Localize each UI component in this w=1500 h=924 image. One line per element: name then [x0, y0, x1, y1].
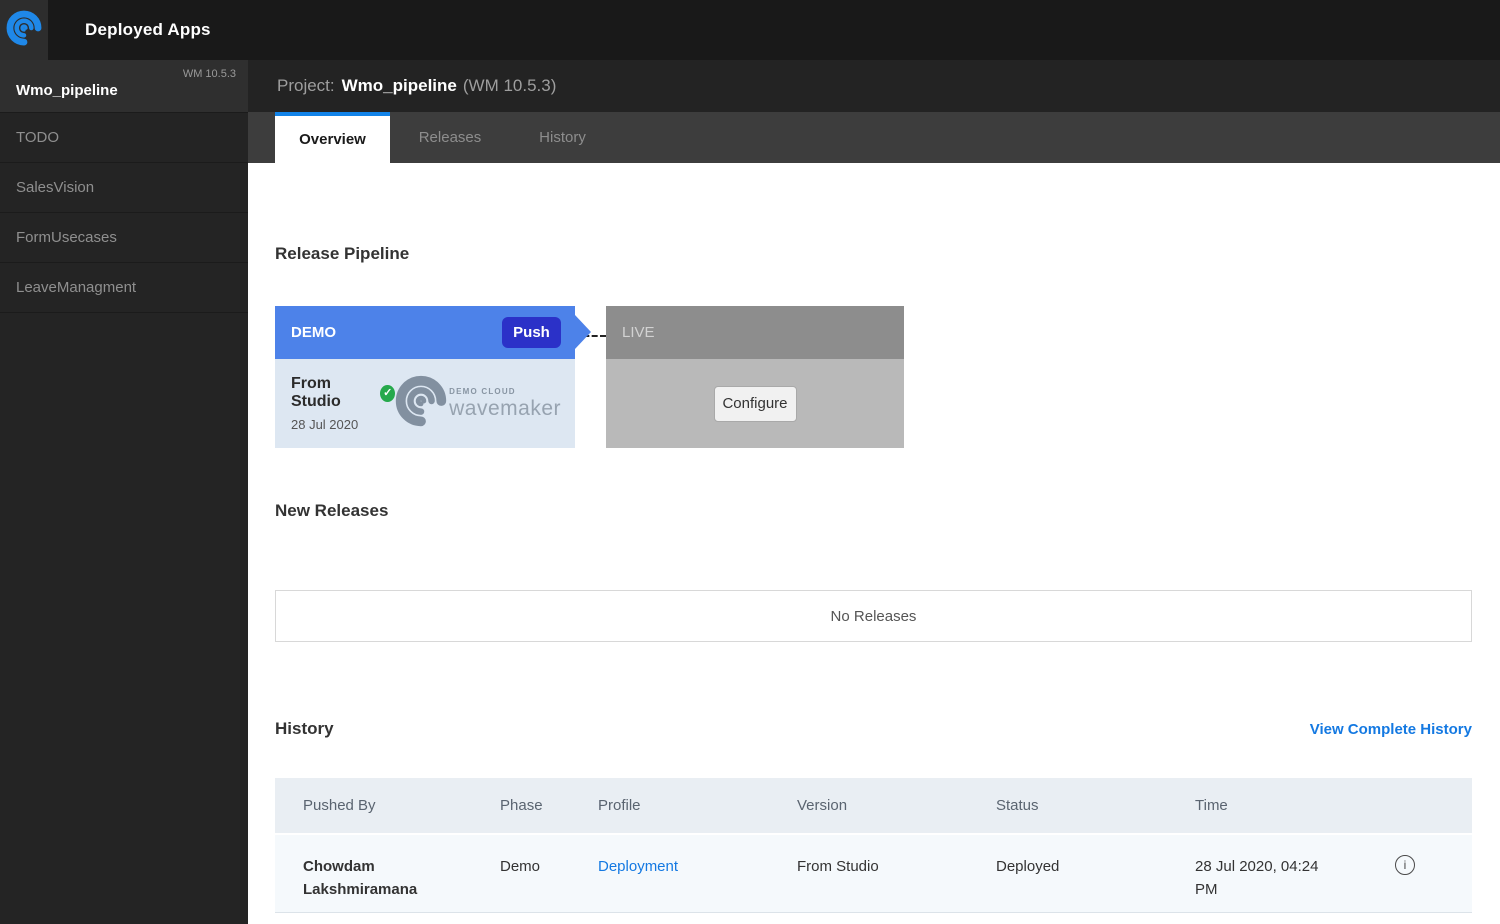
demo-stage-name: DEMO [291, 324, 336, 341]
demo-cloud-label: DEMO CLOUD [449, 387, 561, 396]
tab-label: History [539, 129, 586, 146]
cell-profile-link[interactable]: Deployment [598, 835, 797, 878]
sidebar-item-label: TODO [16, 129, 59, 146]
sidebar-item-label: SalesVision [16, 179, 94, 196]
tab-overview[interactable]: Overview [275, 112, 390, 163]
push-button[interactable]: Push [502, 317, 561, 348]
main-column: Project: Wmo_pipeline (WM 10.5.3) Overvi… [248, 60, 1500, 924]
history-title: History [275, 719, 334, 739]
overview-content: Release Pipeline DEMO Push From Studio ✓… [248, 163, 1500, 924]
projects-sidebar: WM 10.5.3 Wmo_pipeline TODO SalesVision … [0, 60, 248, 924]
configure-button[interactable]: Configure [714, 386, 797, 422]
deployed-version-name: From Studio [291, 375, 373, 411]
wavemaker-wordmark: wavemaker [449, 397, 561, 421]
cell-time: 28 Jul 2020, 04:24 PM [1195, 835, 1345, 901]
no-releases-text: No Releases [831, 608, 917, 625]
project-version: (WM 10.5.3) [463, 76, 557, 96]
deployed-version-block: From Studio ✓ 28 Jul 2020 [291, 375, 395, 432]
live-stage-header: LIVE [606, 306, 904, 359]
view-complete-history-link[interactable]: View Complete History [1310, 721, 1472, 738]
project-version-badge: WM 10.5.3 [183, 68, 236, 80]
project-header: Project: Wmo_pipeline (WM 10.5.3) [248, 60, 1500, 112]
sidebar-item-salesvision[interactable]: SalesVision [0, 163, 248, 213]
sidebar-item-wmo-pipeline[interactable]: WM 10.5.3 Wmo_pipeline [0, 60, 248, 113]
tab-label: Releases [419, 129, 482, 146]
history-table: Pushed By Phase Profile Version Status T… [275, 778, 1472, 913]
live-stage-body: Configure [606, 359, 904, 448]
wavemaker-logo[interactable] [0, 0, 48, 60]
cell-status: Deployed [996, 835, 1195, 878]
column-time: Time [1195, 797, 1380, 814]
sidebar-item-leavemanagment[interactable]: LeaveManagment [0, 263, 248, 313]
sidebar-item-label: LeaveManagment [16, 279, 136, 296]
sidebar-item-todo[interactable]: TODO [0, 113, 248, 163]
history-table-header: Pushed By Phase Profile Version Status T… [275, 778, 1472, 833]
tab-releases[interactable]: Releases [390, 112, 510, 163]
deployed-date: 28 Jul 2020 [291, 417, 395, 432]
live-stage-name: LIVE [622, 324, 655, 341]
sidebar-item-formusecases[interactable]: FormUsecases [0, 213, 248, 263]
demo-stage-card: DEMO Push From Studio ✓ 28 Jul 2020 [275, 306, 575, 448]
wavemaker-wave-icon [395, 375, 447, 432]
sidebar-item-label: Wmo_pipeline [16, 82, 118, 99]
top-bar: Deployed Apps [0, 0, 1500, 60]
pipeline-arrow-icon [575, 315, 591, 349]
project-label: Project: [277, 76, 335, 96]
cell-pushed-by: Chowdam Lakshmiramana [275, 835, 455, 901]
column-version: Version [797, 797, 996, 814]
demo-stage-body: From Studio ✓ 28 Jul 2020 [275, 359, 575, 448]
release-pipeline-title: Release Pipeline [275, 244, 1472, 264]
info-icon[interactable]: i [1395, 855, 1415, 875]
column-phase: Phase [500, 797, 598, 814]
no-releases-box: No Releases [275, 590, 1472, 642]
new-releases-title: New Releases [275, 501, 1472, 521]
project-name: Wmo_pipeline [342, 76, 457, 96]
demo-stage-header: DEMO Push [275, 306, 575, 359]
tab-label: Overview [299, 131, 366, 148]
app-title: Deployed Apps [85, 20, 211, 40]
success-check-icon: ✓ [380, 385, 395, 402]
release-pipeline: DEMO Push From Studio ✓ 28 Jul 2020 [275, 306, 1472, 448]
column-profile: Profile [598, 797, 797, 814]
column-status: Status [996, 797, 1195, 814]
live-stage-card: LIVE Configure [606, 306, 904, 448]
table-row: Chowdam Lakshmiramana Demo Deployment Fr… [275, 833, 1472, 913]
cell-phase: Demo [500, 835, 598, 878]
demo-cloud-logo: DEMO CLOUD wavemaker [395, 375, 561, 432]
sidebar-item-label: FormUsecases [16, 229, 117, 246]
cell-version: From Studio [797, 835, 996, 878]
wavemaker-wave-icon [6, 10, 42, 51]
tab-bar: Overview Releases History [248, 112, 1500, 163]
tab-history[interactable]: History [510, 112, 615, 163]
column-pushed-by: Pushed By [275, 797, 500, 814]
